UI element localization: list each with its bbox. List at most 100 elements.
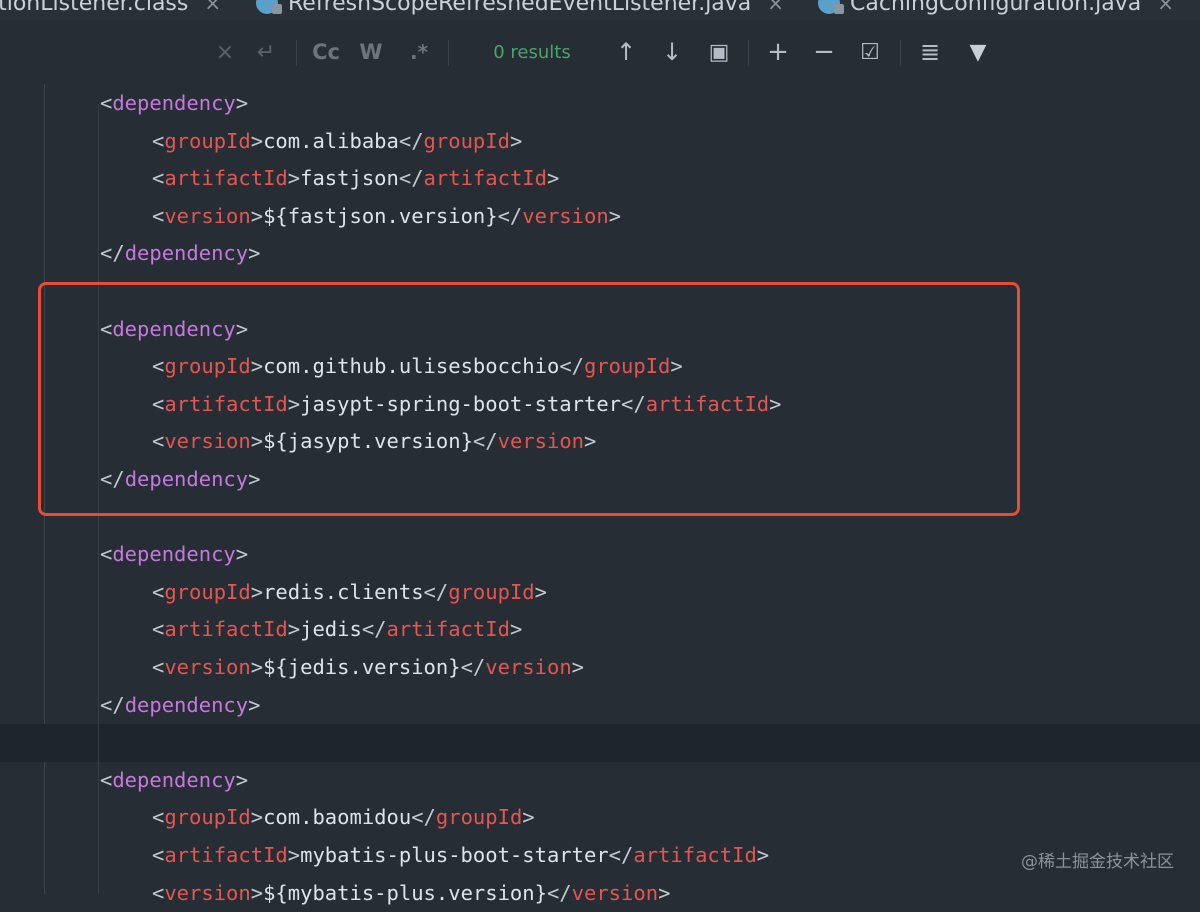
- xml-tag-name: version: [164, 655, 250, 679]
- tab-label: RefreshScopeRefreshedEventListener.java: [288, 0, 751, 16]
- code-line[interactable]: [0, 724, 1200, 762]
- filter-icon[interactable]: ▼: [960, 20, 996, 84]
- tag-bracket: >: [535, 580, 547, 604]
- xml-text-value: ${mybatis-plus.version}: [263, 881, 547, 905]
- close-icon[interactable]: ×: [767, 0, 784, 15]
- xml-tag-name: dependency: [112, 542, 235, 566]
- replace-icon[interactable]: ↵: [252, 20, 280, 84]
- tag-bracket: </: [498, 204, 523, 228]
- separator: [748, 40, 749, 66]
- code-line[interactable]: <groupId>redis.clients</groupId>: [0, 574, 1200, 612]
- tag-bracket: <: [152, 881, 164, 905]
- previous-occurrence-icon[interactable]: ↑: [612, 20, 640, 84]
- tag-bracket: >: [236, 542, 248, 566]
- tag-bracket: <: [100, 542, 112, 566]
- tag-bracket: >: [522, 805, 534, 829]
- xml-text-value: com.baomidou: [263, 805, 411, 829]
- match-case-toggle[interactable]: Cc: [308, 20, 344, 84]
- code-line[interactable]: <artifactId>mybatis-plus-boot-starter</a…: [0, 837, 1200, 875]
- xml-tag-name: dependency: [112, 768, 235, 792]
- code-line[interactable]: <groupId>com.alibaba</groupId>: [0, 123, 1200, 161]
- code-line[interactable]: <dependency>: [0, 536, 1200, 574]
- add-occurrence-icon[interactable]: +: [760, 20, 796, 84]
- code-line[interactable]: <groupId>com.baomidou</groupId>: [0, 799, 1200, 837]
- tag-bracket: <: [100, 768, 112, 792]
- code-line[interactable]: </dependency>: [0, 235, 1200, 273]
- tag-bracket: <: [152, 655, 164, 679]
- code-editor[interactable]: <dependency><groupId>com.alibaba</groupI…: [0, 84, 1200, 894]
- close-icon[interactable]: ×: [1157, 0, 1174, 15]
- xml-tag-name: version: [572, 881, 658, 905]
- code-line-content: <artifactId>fastjson</artifactId>: [152, 160, 559, 198]
- xml-tag-name: groupId: [164, 805, 250, 829]
- code-line-content: </dependency>: [100, 235, 260, 273]
- xml-tag-name: version: [164, 881, 250, 905]
- tag-bracket: </: [399, 129, 424, 153]
- tag-bracket: >: [248, 241, 260, 265]
- xml-text-value: ${fastjson.version}: [263, 204, 498, 228]
- tab-caching-configuration[interactable]: CachingConfiguration.java ×: [818, 0, 1174, 20]
- tag-bracket: <: [152, 843, 164, 867]
- xml-tag-name: version: [485, 655, 571, 679]
- code-line-content: <groupId>com.baomidou</groupId>: [152, 799, 535, 837]
- code-line[interactable]: <dependency>: [0, 762, 1200, 800]
- xml-tag-name: artifactId: [164, 166, 287, 190]
- xml-tag-name: dependency: [112, 91, 235, 115]
- code-line[interactable]: <version>${mybatis-plus.version}</versio…: [0, 875, 1200, 912]
- xml-text-value: redis.clients: [263, 580, 423, 604]
- tab-label: CachingConfiguration.java: [850, 0, 1141, 16]
- code-line-content: <groupId>com.alibaba</groupId>: [152, 123, 522, 161]
- search-results-count: 0 results: [480, 20, 584, 84]
- open-in-window-icon[interactable]: ▣: [704, 20, 734, 84]
- tab-refresh-scope-listener[interactable]: RefreshScopeRefreshedEventListener.java …: [256, 0, 784, 20]
- code-line-content: <artifactId>jedis</artifactId>: [152, 611, 522, 649]
- xml-tag-name: version: [164, 204, 250, 228]
- tag-bracket: >: [510, 129, 522, 153]
- code-line[interactable]: <version>${fastjson.version}</version>: [0, 198, 1200, 236]
- tag-bracket: </: [362, 617, 387, 641]
- xml-tag-name: groupId: [448, 580, 534, 604]
- tag-bracket: >: [251, 204, 263, 228]
- clear-search-icon[interactable]: ×: [212, 20, 238, 84]
- code-line-content: <version>${fastjson.version}</version>: [152, 198, 621, 236]
- tag-bracket: </: [411, 805, 436, 829]
- tag-bracket: >: [288, 166, 300, 190]
- remove-occurrence-icon[interactable]: −: [806, 20, 842, 84]
- code-line[interactable]: </dependency>: [0, 687, 1200, 725]
- java-class-icon: [818, 0, 840, 14]
- code-line-content: <artifactId>mybatis-plus-boot-starter</a…: [152, 837, 769, 875]
- watermark: @稀土掘金技术社区: [1021, 847, 1174, 872]
- xml-tag-name: version: [522, 204, 608, 228]
- xml-text-value: jedis: [300, 617, 362, 641]
- code-line[interactable]: <artifactId>jedis</artifactId>: [0, 611, 1200, 649]
- more-options-icon[interactable]: ≣: [912, 20, 948, 84]
- code-line[interactable]: <version>${jedis.version}</version>: [0, 649, 1200, 687]
- code-line-content: <version>${mybatis-plus.version}</versio…: [152, 875, 670, 912]
- xml-tag-name: artifactId: [387, 617, 510, 641]
- tag-bracket: >: [248, 693, 260, 717]
- editor-tab-bar: itionListener.class × RefreshScopeRefres…: [0, 0, 1200, 21]
- tab-listener-class[interactable]: itionListener.class ×: [0, 0, 221, 20]
- code-line-content: <groupId>redis.clients</groupId>: [152, 574, 547, 612]
- xml-tag-name: artifactId: [424, 166, 547, 190]
- separator: [448, 40, 449, 66]
- tag-bracket: >: [510, 617, 522, 641]
- tag-bracket: >: [236, 768, 248, 792]
- code-line[interactable]: <dependency>: [0, 85, 1200, 123]
- tag-bracket: >: [251, 881, 263, 905]
- code-line-content: </dependency>: [100, 687, 260, 725]
- select-all-occurrences-icon[interactable]: ☑: [852, 20, 888, 84]
- tag-bracket: >: [251, 580, 263, 604]
- tag-bracket: >: [251, 805, 263, 829]
- code-line-content: <dependency>: [100, 762, 248, 800]
- tag-bracket: <: [152, 166, 164, 190]
- xml-tag-name: artifactId: [633, 843, 756, 867]
- code-line[interactable]: <artifactId>fastjson</artifactId>: [0, 160, 1200, 198]
- close-icon[interactable]: ×: [204, 0, 221, 15]
- next-occurrence-icon[interactable]: ↓: [658, 20, 686, 84]
- regex-toggle[interactable]: .*: [404, 20, 434, 84]
- tag-bracket: >: [609, 204, 621, 228]
- whole-words-toggle[interactable]: W: [356, 20, 386, 84]
- xml-text-value: fastjson: [300, 166, 399, 190]
- xml-tag-name: groupId: [164, 580, 250, 604]
